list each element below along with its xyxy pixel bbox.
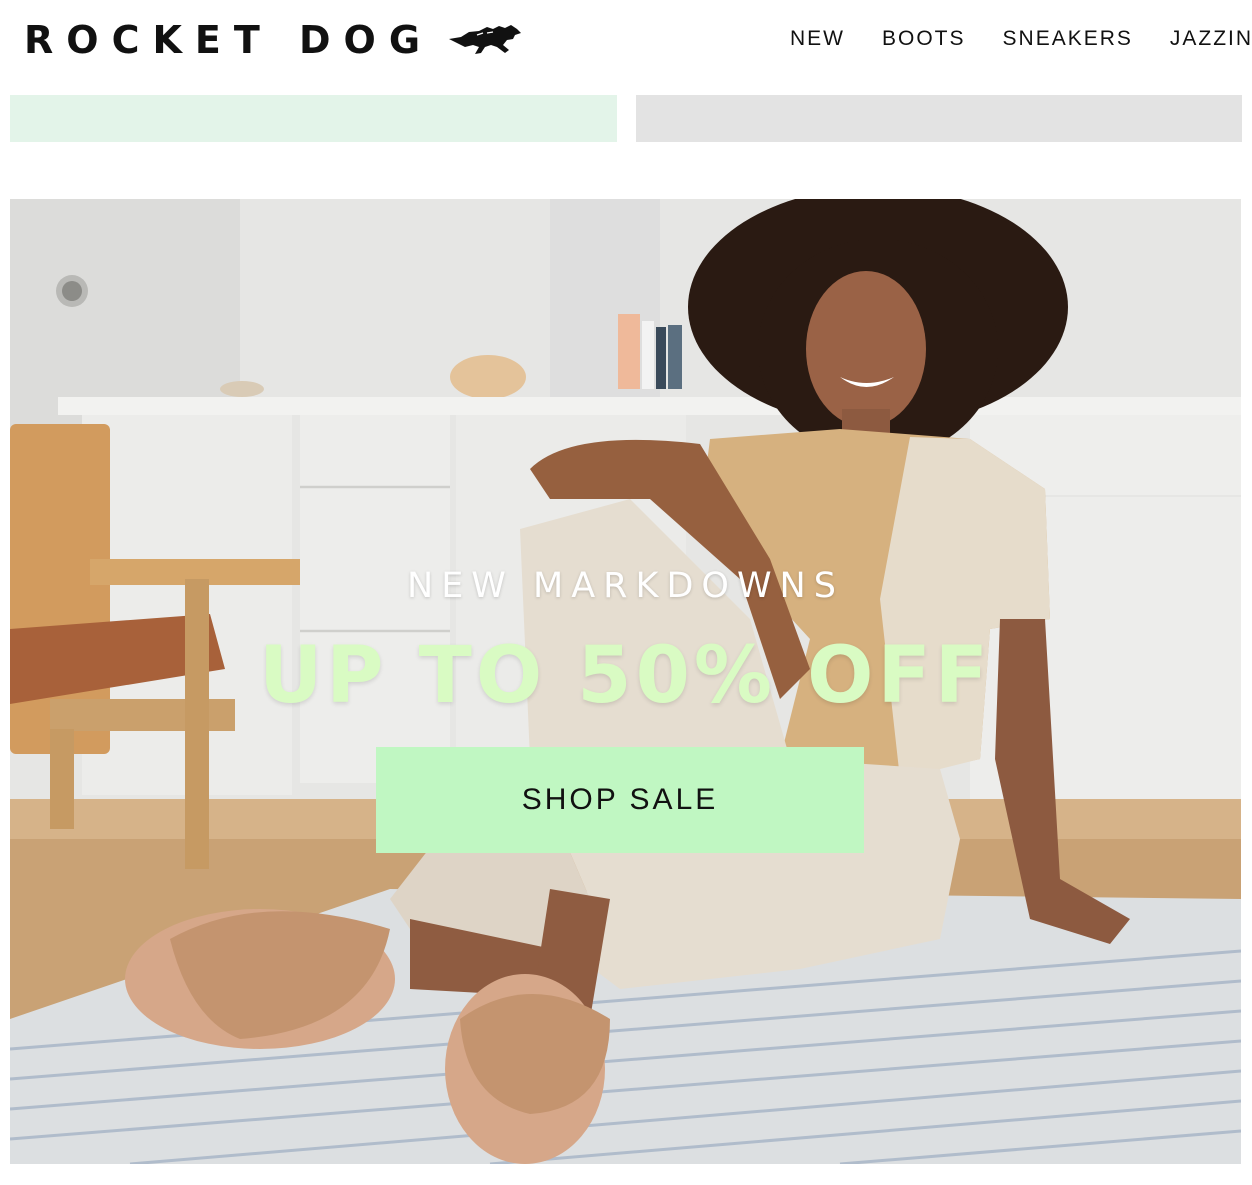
running-dog-icon (449, 25, 522, 54)
shop-sale-button[interactable]: SHOP SALE (376, 747, 864, 853)
brand-name: ROCKET DOG (24, 18, 434, 62)
hero-headline: UP TO 50% OFF (258, 631, 993, 721)
hero-banner[interactable]: NEW MARKDOWNS UP TO 50% OFF SHOP SALE (10, 199, 1241, 1164)
hero-kicker: NEW MARKDOWNS (407, 566, 844, 606)
brand-logo[interactable]: ROCKET DOG (24, 18, 523, 62)
nav-item-new[interactable]: NEW (790, 26, 845, 52)
nav-item-jazzin[interactable]: JAZZIN (1170, 26, 1252, 52)
site-header: ROCKET DOG NEW BOOTS SNEAKERS JAZZIN (0, 0, 1252, 80)
page: ROCKET DOG NEW BOOTS SNEAKERS JAZZIN NEW… (0, 0, 1252, 1185)
nav-item-sneakers[interactable]: SNEAKERS (1003, 26, 1133, 52)
promo-banner-left[interactable] (10, 95, 617, 142)
nav-item-boots[interactable]: BOOTS (882, 26, 966, 52)
promo-banner-right[interactable] (636, 95, 1242, 142)
main-nav: NEW BOOTS SNEAKERS JAZZIN (790, 26, 1252, 52)
